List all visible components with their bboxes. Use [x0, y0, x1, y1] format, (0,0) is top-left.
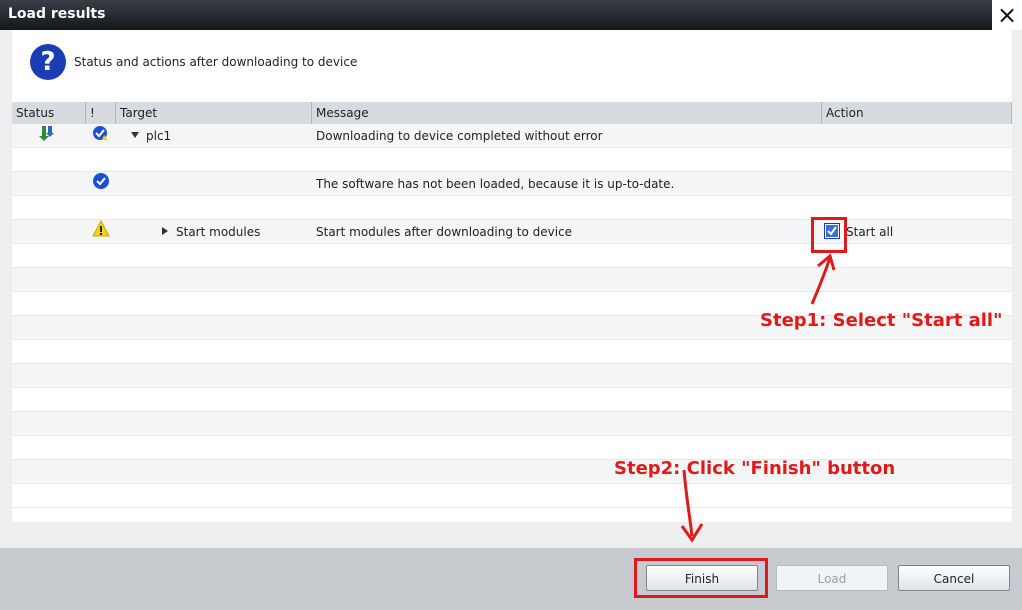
step1-annotation: Step1: Select "Start all"	[760, 310, 1003, 331]
annotation-arrows	[680, 253, 836, 543]
load-results-dialog: Load results × ? Status and actions afte…	[0, 0, 1022, 610]
step2-annotation: Step2: Click "Finish" button	[614, 458, 896, 479]
